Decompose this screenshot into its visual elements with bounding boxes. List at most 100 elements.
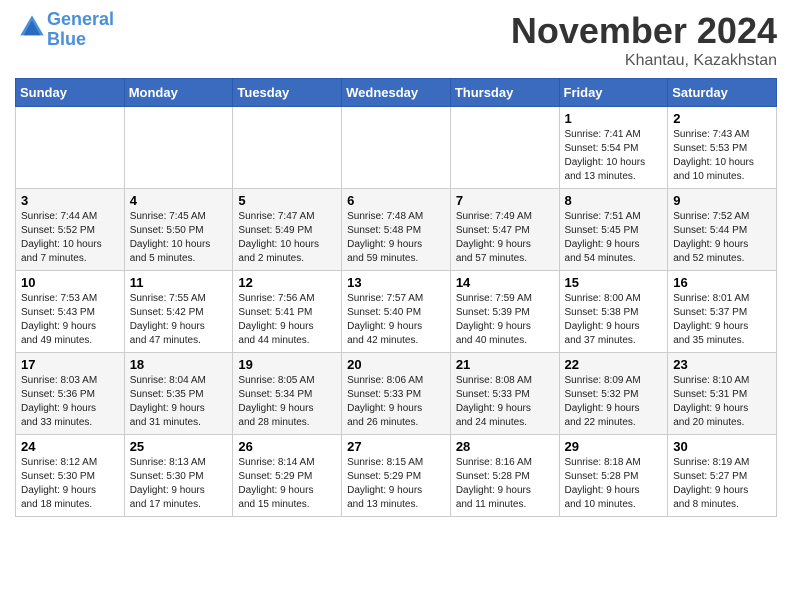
day-info: Sunrise: 7:51 AM Sunset: 5:45 PM Dayligh… <box>565 210 663 266</box>
day-number: 15 <box>565 275 663 290</box>
location: Khantau, Kazakhstan <box>511 52 777 70</box>
day-info: Sunrise: 7:47 AM Sunset: 5:49 PM Dayligh… <box>238 210 336 266</box>
calendar-cell: 5 Sunrise: 7:47 AM Sunset: 5:49 PM Daylig… <box>233 189 342 271</box>
day-info: Sunrise: 8:09 AM Sunset: 5:32 PM Dayligh… <box>565 374 663 430</box>
day-info: Sunrise: 7:48 AM Sunset: 5:48 PM Dayligh… <box>347 210 445 266</box>
calendar-cell <box>450 107 559 189</box>
logo-text: General Blue <box>47 10 114 50</box>
weekday-header: Monday <box>124 79 233 107</box>
day-number: 30 <box>673 439 771 454</box>
day-info: Sunrise: 7:43 AM Sunset: 5:53 PM Dayligh… <box>673 128 771 184</box>
day-info: Sunrise: 8:00 AM Sunset: 5:38 PM Dayligh… <box>565 292 663 348</box>
day-info: Sunrise: 8:15 AM Sunset: 5:29 PM Dayligh… <box>347 456 445 512</box>
day-info: Sunrise: 8:05 AM Sunset: 5:34 PM Dayligh… <box>238 374 336 430</box>
calendar-cell: 3 Sunrise: 7:44 AM Sunset: 5:52 PM Daylig… <box>16 189 125 271</box>
day-info: Sunrise: 7:57 AM Sunset: 5:40 PM Dayligh… <box>347 292 445 348</box>
day-number: 5 <box>238 193 336 208</box>
calendar-cell: 27 Sunrise: 8:15 AM Sunset: 5:29 PM Dayli… <box>342 435 451 517</box>
weekday-header: Wednesday <box>342 79 451 107</box>
day-number: 6 <box>347 193 445 208</box>
calendar-cell: 20Sunrise: 8:06 AM Sunset: 5:33 PM Dayli… <box>342 353 451 435</box>
day-info: Sunrise: 7:49 AM Sunset: 5:47 PM Dayligh… <box>456 210 554 266</box>
weekday-header: Sunday <box>16 79 125 107</box>
day-info: Sunrise: 8:12 AM Sunset: 5:30 PM Dayligh… <box>21 456 119 512</box>
calendar-cell: 16 Sunrise: 8:01 AM Sunset: 5:37 PM Dayli… <box>668 271 777 353</box>
day-number: 4 <box>130 193 228 208</box>
calendar-week-row: 10 Sunrise: 7:53 AM Sunset: 5:43 PM Dayli… <box>16 271 777 353</box>
day-info: Sunrise: 7:56 AM Sunset: 5:41 PM Dayligh… <box>238 292 336 348</box>
calendar-cell: 11 Sunrise: 7:55 AM Sunset: 5:42 PM Dayli… <box>124 271 233 353</box>
logo-icon <box>17 12 47 42</box>
calendar-table: SundayMondayTuesdayWednesdayThursdayFrid… <box>15 78 777 517</box>
day-number: 16 <box>673 275 771 290</box>
calendar-cell: 18Sunrise: 8:04 AM Sunset: 5:35 PM Dayli… <box>124 353 233 435</box>
day-number: 26 <box>238 439 336 454</box>
calendar-cell: 21Sunrise: 8:08 AM Sunset: 5:33 PM Dayli… <box>450 353 559 435</box>
calendar-cell: 25 Sunrise: 8:13 AM Sunset: 5:30 PM Dayli… <box>124 435 233 517</box>
calendar-cell: 14 Sunrise: 7:59 AM Sunset: 5:39 PM Dayli… <box>450 271 559 353</box>
day-number: 3 <box>21 193 119 208</box>
day-number: 12 <box>238 275 336 290</box>
calendar-cell: 15 Sunrise: 8:00 AM Sunset: 5:38 PM Dayli… <box>559 271 668 353</box>
day-info: Sunrise: 8:01 AM Sunset: 5:37 PM Dayligh… <box>673 292 771 348</box>
day-number: 29 <box>565 439 663 454</box>
calendar-cell: 17 Sunrise: 8:03 AM Sunset: 5:36 PM Dayli… <box>16 353 125 435</box>
day-info: Sunrise: 8:19 AM Sunset: 5:27 PM Dayligh… <box>673 456 771 512</box>
day-number: 25 <box>130 439 228 454</box>
page-header: General Blue November 2024 Khantau, Kaza… <box>15 10 777 70</box>
calendar-cell: 9Sunrise: 7:52 AM Sunset: 5:44 PM Daylig… <box>668 189 777 271</box>
day-number: 10 <box>21 275 119 290</box>
calendar-cell: 24 Sunrise: 8:12 AM Sunset: 5:30 PM Dayli… <box>16 435 125 517</box>
calendar-cell: 8Sunrise: 7:51 AM Sunset: 5:45 PM Daylig… <box>559 189 668 271</box>
day-info: Sunrise: 8:10 AM Sunset: 5:31 PM Dayligh… <box>673 374 771 430</box>
day-info: Sunrise: 8:13 AM Sunset: 5:30 PM Dayligh… <box>130 456 228 512</box>
calendar-cell: 22 Sunrise: 8:09 AM Sunset: 5:32 PM Dayli… <box>559 353 668 435</box>
day-number: 24 <box>21 439 119 454</box>
day-info: Sunrise: 8:03 AM Sunset: 5:36 PM Dayligh… <box>21 374 119 430</box>
day-info: Sunrise: 7:59 AM Sunset: 5:39 PM Dayligh… <box>456 292 554 348</box>
day-number: 20 <box>347 357 445 372</box>
day-number: 7 <box>456 193 554 208</box>
day-number: 27 <box>347 439 445 454</box>
day-number: 17 <box>21 357 119 372</box>
day-number: 13 <box>347 275 445 290</box>
day-info: Sunrise: 8:16 AM Sunset: 5:28 PM Dayligh… <box>456 456 554 512</box>
day-number: 9 <box>673 193 771 208</box>
weekday-header: Tuesday <box>233 79 342 107</box>
day-info: Sunrise: 8:08 AM Sunset: 5:33 PM Dayligh… <box>456 374 554 430</box>
calendar-cell: 28 Sunrise: 8:16 AM Sunset: 5:28 PM Dayli… <box>450 435 559 517</box>
calendar-cell: 23 Sunrise: 8:10 AM Sunset: 5:31 PM Dayli… <box>668 353 777 435</box>
day-info: Sunrise: 8:04 AM Sunset: 5:35 PM Dayligh… <box>130 374 228 430</box>
calendar-cell: 4Sunrise: 7:45 AM Sunset: 5:50 PM Daylig… <box>124 189 233 271</box>
calendar-cell: 26 Sunrise: 8:14 AM Sunset: 5:29 PM Dayli… <box>233 435 342 517</box>
day-info: Sunrise: 8:18 AM Sunset: 5:28 PM Dayligh… <box>565 456 663 512</box>
day-info: Sunrise: 7:55 AM Sunset: 5:42 PM Dayligh… <box>130 292 228 348</box>
calendar-cell <box>342 107 451 189</box>
day-info: Sunrise: 7:53 AM Sunset: 5:43 PM Dayligh… <box>21 292 119 348</box>
day-number: 23 <box>673 357 771 372</box>
day-number: 11 <box>130 275 228 290</box>
day-number: 2 <box>673 111 771 126</box>
calendar-cell: 7 Sunrise: 7:49 AM Sunset: 5:47 PM Daylig… <box>450 189 559 271</box>
day-number: 1 <box>565 111 663 126</box>
weekday-header-row: SundayMondayTuesdayWednesdayThursdayFrid… <box>16 79 777 107</box>
weekday-header: Saturday <box>668 79 777 107</box>
calendar-cell: 13 Sunrise: 7:57 AM Sunset: 5:40 PM Dayli… <box>342 271 451 353</box>
day-info: Sunrise: 7:44 AM Sunset: 5:52 PM Dayligh… <box>21 210 119 266</box>
month-title: November 2024 <box>511 10 777 52</box>
day-number: 19 <box>238 357 336 372</box>
day-number: 14 <box>456 275 554 290</box>
calendar-cell <box>16 107 125 189</box>
weekday-header: Friday <box>559 79 668 107</box>
calendar-cell: 2 Sunrise: 7:43 AM Sunset: 5:53 PM Daylig… <box>668 107 777 189</box>
logo: General Blue <box>15 10 114 50</box>
calendar-week-row: 24 Sunrise: 8:12 AM Sunset: 5:30 PM Dayli… <box>16 435 777 517</box>
calendar-cell: 6 Sunrise: 7:48 AM Sunset: 5:48 PM Daylig… <box>342 189 451 271</box>
calendar-cell: 19 Sunrise: 8:05 AM Sunset: 5:34 PM Dayli… <box>233 353 342 435</box>
day-number: 28 <box>456 439 554 454</box>
weekday-header: Thursday <box>450 79 559 107</box>
calendar-week-row: 17 Sunrise: 8:03 AM Sunset: 5:36 PM Dayli… <box>16 353 777 435</box>
day-number: 22 <box>565 357 663 372</box>
calendar-cell: 1Sunrise: 7:41 AM Sunset: 5:54 PM Daylig… <box>559 107 668 189</box>
day-info: Sunrise: 8:14 AM Sunset: 5:29 PM Dayligh… <box>238 456 336 512</box>
